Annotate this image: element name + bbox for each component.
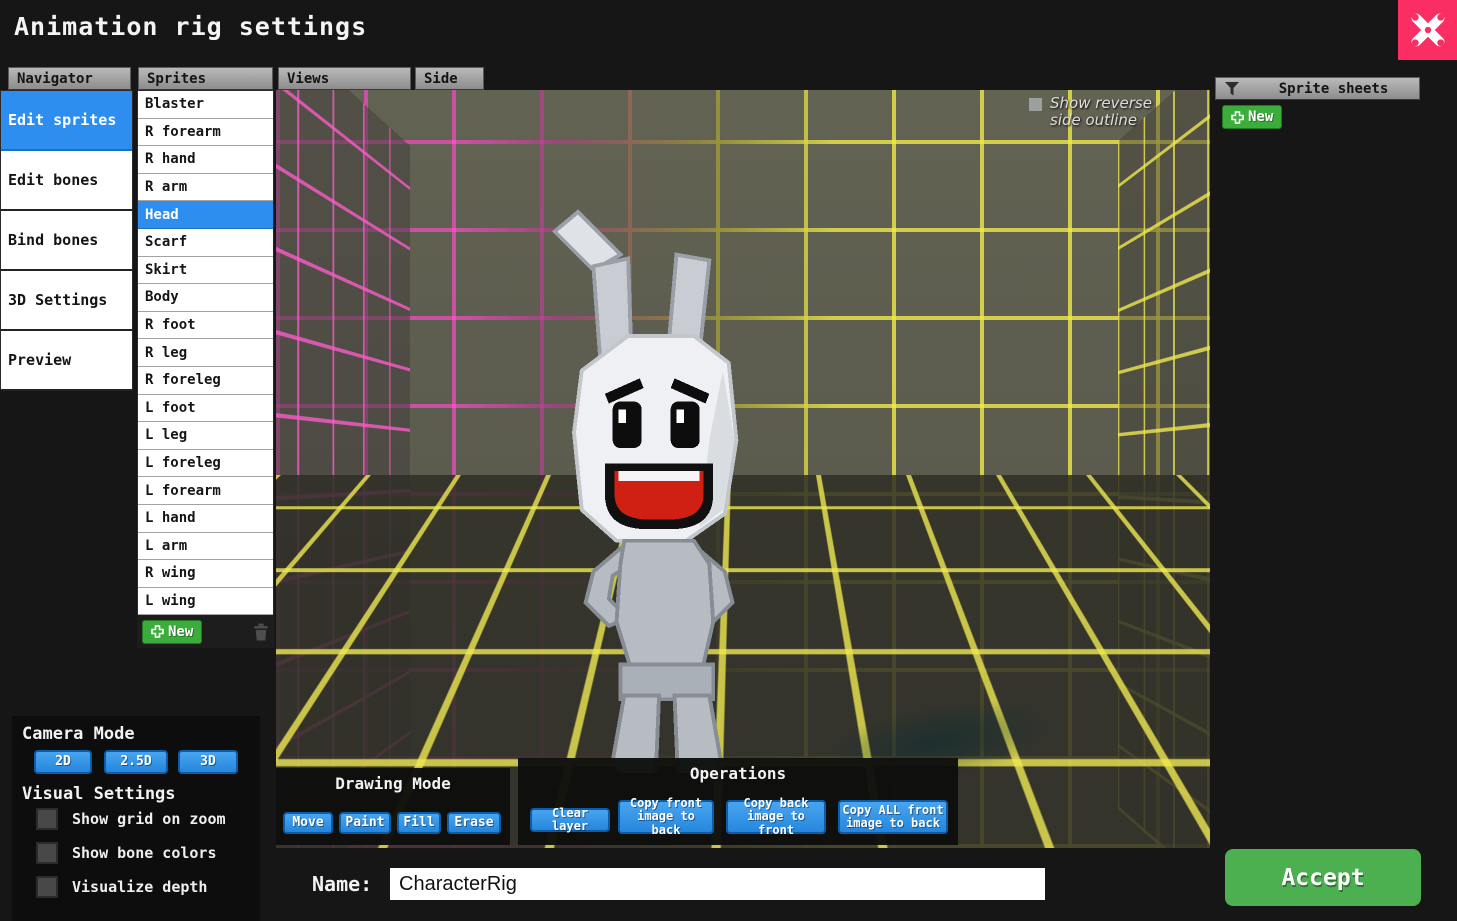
sprite-list-item[interactable]: R wing <box>138 560 273 588</box>
rig-name-label: Name: <box>312 872 372 896</box>
camera-2d-button[interactable]: 2D <box>34 750 92 774</box>
nav-item-3d-settings[interactable]: 3D Settings <box>1 271 132 331</box>
sprite-list-item[interactable]: L foreleg <box>138 450 273 478</box>
visual-settings-title: Visual Settings <box>22 784 176 804</box>
sprite-list-item[interactable]: R arm <box>138 174 273 202</box>
sprite-list-item[interactable]: L foot <box>138 395 273 423</box>
character-sprite <box>516 208 806 773</box>
new-sprite-button[interactable]: New <box>142 620 202 644</box>
camera-2-5d-button[interactable]: 2.5D <box>104 750 168 774</box>
camera-3d-button[interactable]: 3D <box>178 750 238 774</box>
reverse-outline-control: Show reverse side outline <box>1029 95 1162 128</box>
filter-funnel-icon[interactable] <box>1224 81 1240 96</box>
sprites-header: Sprites <box>138 67 273 90</box>
show-bone-colors-label: Show bone colors <box>72 844 217 862</box>
copy-all-front-to-back-button[interactable]: Copy ALL front image to back <box>838 800 948 834</box>
animation-rig-settings-window: Animation rig settings Navigator Edit sp… <box>0 0 1457 921</box>
sprite-list-item[interactable]: R leg <box>138 339 273 367</box>
copy-back-to-front-button[interactable]: Copy back image to front <box>726 800 826 834</box>
copy-front-to-back-button[interactable]: Copy front image to back <box>618 800 714 834</box>
accept-button[interactable]: Accept <box>1225 849 1421 906</box>
sprite-sheets-title: Sprite sheets <box>1256 81 1411 97</box>
delete-sprite-icon[interactable] <box>253 623 269 641</box>
viewport-3d[interactable]: Show reverse side outline <box>276 90 1210 848</box>
nav-item-preview[interactable]: Preview <box>1 331 132 391</box>
show-bone-colors-checkbox[interactable] <box>36 842 58 864</box>
camera-mode-panel: Camera Mode 2D 2.5D 3D Visual Settings S… <box>12 716 260 921</box>
visual-setting-row: Show grid on zoom <box>36 808 226 830</box>
sprite-list-item[interactable]: R foreleg <box>138 367 273 395</box>
views-header: Views <box>278 67 411 90</box>
sprite-list-item[interactable]: L wing <box>138 588 273 616</box>
show-grid-on-zoom-checkbox[interactable] <box>36 808 58 830</box>
sprite-list-item-head[interactable]: Head <box>138 201 273 229</box>
nav-item-edit-bones[interactable]: Edit bones <box>1 151 132 211</box>
sprite-list-item[interactable]: R forearm <box>138 119 273 147</box>
sprite-list-item[interactable]: Body <box>138 284 273 312</box>
visualize-depth-checkbox[interactable] <box>36 876 58 898</box>
rig-name-input[interactable] <box>390 868 1045 900</box>
sprite-list-item[interactable]: L hand <box>138 505 273 533</box>
fill-tool-button[interactable]: Fill <box>397 812 441 834</box>
sprites-footer: New <box>137 615 274 648</box>
show-reverse-side-outline-checkbox[interactable] <box>1029 98 1042 111</box>
page-title: Animation rig settings <box>14 12 367 41</box>
sprite-list-item[interactable]: R hand <box>138 146 273 174</box>
erase-tool-button[interactable]: Erase <box>447 812 501 834</box>
drawing-mode-title: Drawing Mode <box>276 768 510 793</box>
sprite-list-item[interactable]: Blaster <box>138 91 273 119</box>
plus-icon <box>1231 111 1244 124</box>
side-header: Side <box>415 67 484 90</box>
new-sprite-sheet-button[interactable]: New <box>1222 105 1282 129</box>
sprite-list-item[interactable]: Scarf <box>138 229 273 257</box>
navigator-panel: Edit sprites Edit bones Bind bones 3D Se… <box>0 90 133 390</box>
drawing-mode-panel: Drawing Mode Move Paint Fill Erase <box>276 768 510 845</box>
close-button[interactable] <box>1398 0 1457 60</box>
sprite-list-item[interactable]: R foot <box>138 312 273 340</box>
plus-icon <box>151 625 164 638</box>
visual-setting-row: Visualize depth <box>36 876 207 898</box>
new-sprite-sheet-label: New <box>1248 109 1273 125</box>
sprite-list-item[interactable]: Skirt <box>138 257 273 285</box>
new-sprite-label: New <box>168 624 193 640</box>
sprites-list: Blaster R forearm R hand R arm Head Scar… <box>137 90 274 615</box>
nav-item-edit-sprites[interactable]: Edit sprites <box>1 91 132 151</box>
visual-setting-row: Show bone colors <box>36 842 217 864</box>
close-icon <box>1410 12 1446 48</box>
operations-panel: Operations Clear layer Copy front image … <box>518 758 958 845</box>
move-tool-button[interactable]: Move <box>283 812 333 834</box>
paint-tool-button[interactable]: Paint <box>339 812 391 834</box>
camera-mode-title: Camera Mode <box>22 724 135 744</box>
sprite-list-item[interactable]: L forearm <box>138 477 273 505</box>
sprite-sheets-header: Sprite sheets <box>1215 77 1420 100</box>
show-reverse-side-outline-label: Show reverse side outline <box>1050 95 1162 128</box>
sprite-list-item[interactable]: L leg <box>138 422 273 450</box>
nav-item-bind-bones[interactable]: Bind bones <box>1 211 132 271</box>
operations-title: Operations <box>518 758 958 783</box>
visualize-depth-label: Visualize depth <box>72 878 207 896</box>
show-grid-on-zoom-label: Show grid on zoom <box>72 810 226 828</box>
navigator-header: Navigator <box>8 67 131 90</box>
sprite-list-item[interactable]: L arm <box>138 533 273 561</box>
clear-layer-button[interactable]: Clear layer <box>530 808 610 832</box>
